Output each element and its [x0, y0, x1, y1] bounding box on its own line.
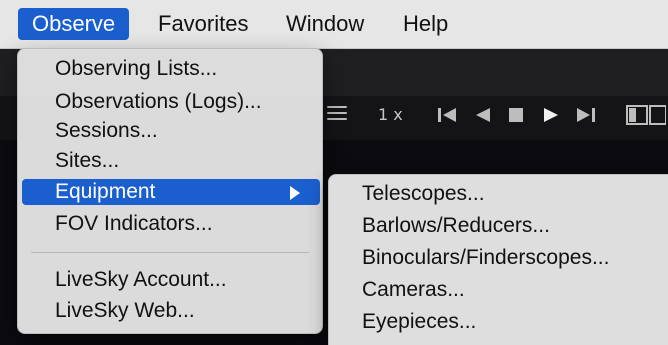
stop-icon[interactable] — [505, 104, 527, 126]
menu-window[interactable]: Window — [272, 8, 378, 40]
menu-item-label: Observations (Logs)... — [55, 90, 262, 113]
submenu-arrow-icon — [290, 186, 300, 200]
menu-item-label: Observing Lists... — [55, 57, 218, 80]
equipment-menu-item-barlows-reducers[interactable]: Barlows/Reducers... — [329, 212, 668, 240]
equipment-menu-item-eyepieces[interactable]: Eyepieces... — [329, 308, 668, 336]
equipment-menu-item-cameras[interactable]: Cameras... — [329, 276, 668, 304]
menu-item-label: FOV Indicators... — [55, 212, 213, 235]
panels-icon[interactable] — [626, 103, 666, 127]
equipment-menu-item-telescopes[interactable]: Telescopes... — [329, 180, 668, 208]
observe-menu-item-equipment[interactable]: Equipment — [22, 179, 320, 205]
menu-item-label: Barlows/Reducers... — [362, 214, 550, 237]
menu-item-label: Binoculars/Finderscopes... — [362, 246, 610, 269]
equipment-submenu: Telescopes... Barlows/Reducers... Binocu… — [328, 174, 668, 345]
menu-favorites[interactable]: Favorites — [144, 8, 262, 40]
observe-menu-item-observations-logs[interactable]: Observations (Logs)... — [22, 89, 320, 115]
observe-menu-item-fov-indicators[interactable]: FOV Indicators... — [22, 211, 320, 237]
observe-menu-item-observing-lists[interactable]: Observing Lists... — [22, 56, 320, 82]
equipment-menu-item-binoculars-finderscopes[interactable]: Binoculars/Finderscopes... — [329, 244, 668, 272]
menu-observe[interactable]: Observe — [18, 8, 130, 40]
observe-menu: Observing Lists... Observations (Logs)..… — [17, 48, 323, 334]
menu-bar: Observe Favorites Window Help — [0, 0, 668, 49]
menu-help[interactable]: Help — [389, 8, 462, 40]
observe-menu-item-sessions[interactable]: Sessions... — [22, 118, 320, 144]
menu-item-label: Cameras... — [362, 278, 465, 301]
skip-to-end-icon[interactable] — [575, 104, 597, 126]
step-back-icon[interactable] — [472, 104, 494, 126]
time-speed-label[interactable]: 1 x — [378, 105, 403, 125]
menu-item-label: LiveSky Account... — [55, 268, 227, 291]
menu-icon[interactable] — [327, 106, 347, 122]
menu-item-label: Sessions... — [55, 119, 158, 142]
menu-item-label: LiveSky Web... — [55, 299, 195, 322]
observe-menu-item-sites[interactable]: Sites... — [22, 148, 320, 174]
skip-to-start-icon[interactable] — [436, 104, 458, 126]
menu-item-label: Equipment — [55, 180, 156, 203]
menu-item-label: Eyepieces... — [362, 310, 477, 333]
observe-menu-item-livesky-web[interactable]: LiveSky Web... — [22, 298, 320, 324]
observe-menu-item-livesky-account[interactable]: LiveSky Account... — [22, 267, 320, 293]
menu-item-label: Sites... — [55, 149, 120, 172]
menu-item-label: Telescopes... — [362, 182, 485, 205]
play-icon[interactable] — [540, 104, 562, 126]
menu-separator — [31, 252, 309, 253]
